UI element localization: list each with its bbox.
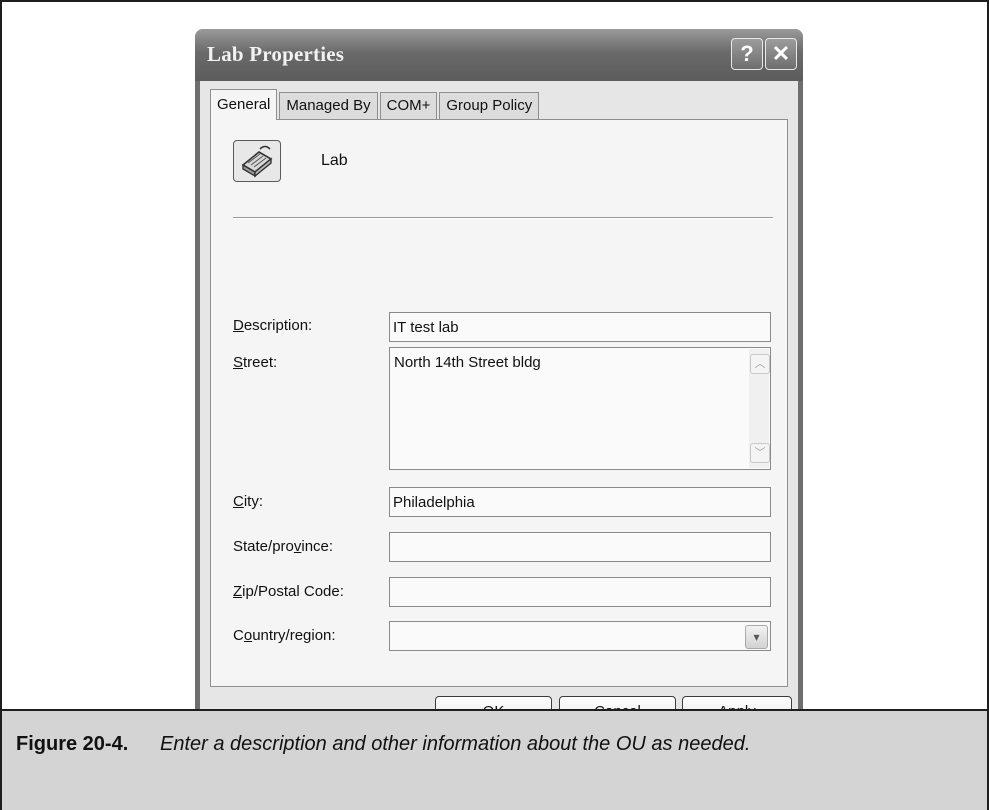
description-field[interactable] — [389, 312, 771, 342]
figure-frame: Lab Properties ? ✕ General Managed By CO… — [0, 0, 989, 810]
state-province-field[interactable] — [389, 532, 771, 562]
tab-strip: General Managed By COM+ Group Policy — [210, 89, 541, 120]
tab-managed-by[interactable]: Managed By — [279, 92, 378, 119]
zip-postal-code-label: Zip/Postal Code: — [233, 583, 344, 600]
street-label: Street: — [233, 354, 278, 371]
dialog-client-area: General Managed By COM+ Group Policy Lab — [200, 81, 798, 722]
caption-label: Figure 20-4. — [16, 733, 129, 755]
separator — [233, 217, 773, 219]
street-scrollbar[interactable]: ︿ ﹀ — [749, 349, 770, 468]
street-value: North 14th Street bldg — [394, 354, 541, 371]
zip-postal-code-field[interactable] — [389, 577, 771, 607]
city-label: City: — [233, 493, 264, 510]
country-region-select[interactable]: ▾ — [389, 621, 771, 651]
description-label: Description: — [233, 317, 313, 334]
street-textarea[interactable]: North 14th Street bldg ︿ ﹀ — [389, 347, 771, 470]
figure-caption: Figure 20-4. Enter a description and oth… — [2, 709, 987, 810]
close-button[interactable]: ✕ — [765, 38, 797, 70]
organizational-unit-icon — [233, 140, 281, 182]
chevron-down-icon[interactable]: ▾ — [745, 625, 768, 649]
tab-group-policy[interactable]: Group Policy — [439, 92, 540, 119]
scroll-down-icon[interactable]: ﹀ — [750, 443, 770, 463]
title-bar: Lab Properties ? ✕ — [195, 29, 803, 81]
object-name: Lab — [321, 152, 348, 169]
window-title: Lab Properties — [207, 42, 345, 66]
tab-general[interactable]: General — [210, 89, 278, 120]
help-button[interactable]: ? — [731, 38, 763, 70]
caption-text: Enter a description and other informatio… — [160, 733, 751, 755]
general-tab-panel: Lab Description: Street: North 14th Stre… — [210, 119, 788, 687]
state-province-label: State/province: — [233, 538, 334, 555]
scroll-up-icon[interactable]: ︿ — [750, 354, 770, 374]
tab-com-plus[interactable]: COM+ — [379, 92, 438, 119]
city-field[interactable] — [389, 487, 771, 517]
lab-properties-dialog: Lab Properties ? ✕ General Managed By CO… — [195, 29, 803, 722]
country-region-label: Country/region: — [233, 627, 336, 644]
